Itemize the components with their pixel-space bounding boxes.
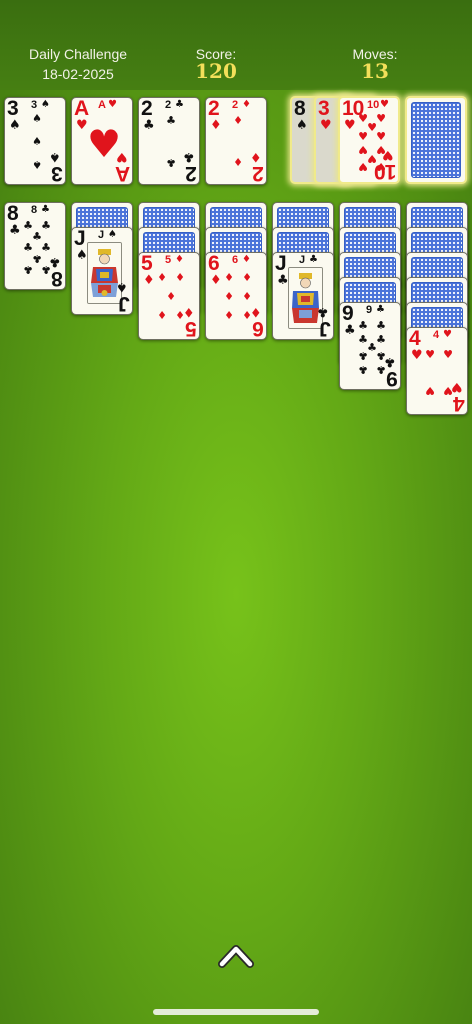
card-rank: 9 — [342, 302, 354, 325]
card-rank-bottom: 3 — [52, 162, 63, 185]
jack-portrait-icon — [288, 267, 323, 329]
club-icon: ♣ — [309, 254, 318, 265]
card-rank: 2 — [141, 97, 153, 120]
spade-icon: ♠ — [76, 248, 88, 263]
card-rank-bottom: 4 — [454, 392, 465, 415]
tableau-3-card-5-diamonds[interactable]: 5 ♦ 5 ♦ ♦ ♦ ♦ ♦ ♦ 5 ♦ — [138, 252, 200, 340]
card-rank-bottom: 2 — [253, 162, 264, 185]
home-indicator[interactable] — [153, 1009, 319, 1015]
card-rank-bottom: 6 — [253, 317, 264, 340]
diamond-icon: ♦ — [143, 273, 155, 288]
card-rank-small: J — [98, 229, 105, 241]
heart-icon: ♥ — [108, 99, 117, 110]
tableau-2-card-jack-spades[interactable]: J ♠ J ♠ J ♠ — [71, 227, 133, 315]
club-icon: ♣ — [384, 354, 396, 369]
diamond-icon: ♦ — [242, 99, 251, 110]
club-icon: ♣ — [277, 273, 289, 288]
card-rank: 4 — [409, 327, 421, 350]
foundation-spades[interactable]: 3 ♠ 3 ♠ ♠ ♠ ♠ 3 ♠ — [4, 97, 66, 185]
card-rank-small: 2 — [232, 99, 239, 111]
heart-icon: ♥ — [443, 329, 452, 340]
heart-icon: ♥ — [320, 118, 332, 133]
jack-portrait-icon — [87, 242, 122, 304]
spade-icon: ♠ — [9, 118, 21, 133]
tableau-7-card-4-hearts[interactable]: 4 ♥ 4 ♥ ♥ ♥ ♥ ♥ 4 ♥ — [406, 327, 468, 415]
heart-icon: ♥ — [76, 118, 88, 133]
daily-challenge-label: Daily Challenge — [28, 46, 128, 62]
moves-value: 13 — [361, 59, 389, 83]
card-back-icon — [411, 102, 461, 178]
card-rank: 2 — [208, 97, 220, 120]
club-icon: ♣ — [317, 304, 329, 319]
heart-icon: ♥ — [451, 379, 463, 394]
card-rank-bottom: 5 — [186, 317, 197, 340]
heart-icon: ♥ — [411, 348, 423, 363]
card-rank-bottom: 2 — [186, 162, 197, 185]
spade-icon: ♠ — [49, 149, 61, 164]
card-rank-small: 4 — [433, 329, 440, 341]
card-rank-bottom: 9 — [387, 367, 398, 390]
card-rank-small: J — [299, 254, 306, 266]
spade-icon: ♠ — [108, 229, 117, 240]
diamond-icon: ♦ — [183, 304, 195, 319]
club-icon: ♣ — [9, 223, 21, 238]
foundation-hearts[interactable]: A ♥ A ♥ ♥ A ♥ — [71, 97, 133, 185]
diamond-icon: ♦ — [250, 149, 262, 164]
heart-icon: ♥ — [116, 149, 128, 164]
card-rank: 3 — [318, 97, 330, 120]
diamond-icon: ♦ — [242, 254, 251, 265]
card-rank: J — [74, 227, 86, 250]
card-rank: 8 — [7, 202, 19, 225]
club-icon: ♣ — [183, 149, 195, 164]
card-rank-bottom: J — [119, 292, 130, 315]
card-rank-small: 2 — [165, 99, 172, 111]
tableau-1-card-8-clubs[interactable]: 8 ♣ 8 ♣ ♣ ♣ ♣ ♣ ♣ ♣ ♣ ♣ 8 ♣ — [4, 202, 66, 290]
heart-icon: ♥ — [380, 99, 389, 110]
tableau-4-card-6-diamonds[interactable]: 6 ♦ 6 ♦ ♦ ♦ ♦ ♦ ♦ ♦ 6 ♦ — [205, 252, 267, 340]
heart-icon: ♥ — [344, 118, 356, 133]
club-icon: ♣ — [49, 254, 61, 269]
diamond-icon: ♦ — [250, 304, 262, 319]
chevron-up-icon — [218, 945, 254, 968]
diamond-icon: ♦ — [175, 254, 184, 265]
card-rank-small: 8 — [31, 204, 38, 216]
foundation-diamonds[interactable]: 2 ♦ 2 ♦ ♦ ♦ 2 ♦ — [205, 97, 267, 185]
tableau-5-card-jack-clubs[interactable]: J ♣ J ♣ J ♣ — [272, 252, 334, 340]
card-rank: 5 — [141, 252, 153, 275]
score-value: 120 — [195, 59, 237, 83]
club-icon: ♣ — [376, 304, 385, 315]
card-rank: 8 — [294, 97, 306, 120]
tableau-6-card-9-clubs[interactable]: 9 ♣ 9 ♣ ♣ ♣ ♣ ♣ ♣ ♣ ♣ ♣ ♣ 9 ♣ — [339, 302, 401, 390]
card-rank-small: 6 — [232, 254, 239, 266]
card-rank-bottom: J — [320, 317, 331, 340]
club-icon: ♣ — [143, 118, 155, 133]
foundation-clubs[interactable]: 2 ♣ 2 ♣ ♣ ♣ 2 ♣ — [138, 97, 200, 185]
spade-icon: ♠ — [296, 118, 308, 133]
spade-icon: ♠ — [41, 99, 50, 110]
club-icon: ♣ — [41, 204, 50, 215]
diamond-icon: ♦ — [210, 273, 222, 288]
menu-toggle-button[interactable] — [218, 936, 254, 972]
card-rank-small: 5 — [165, 254, 172, 266]
card-rank-small: A — [98, 99, 106, 111]
card-rank-small: 9 — [366, 304, 373, 316]
card-rank: J — [275, 252, 287, 275]
heart-icon: ♥ — [382, 147, 394, 162]
card-rank-bottom: A — [115, 162, 130, 185]
club-icon: ♣ — [344, 323, 356, 338]
stock-pile[interactable] — [405, 96, 467, 184]
club-icon: ♣ — [175, 99, 184, 110]
card-rank: 6 — [208, 252, 220, 275]
card-rank-bottom: 10 — [374, 160, 396, 183]
spade-icon: ♠ — [116, 279, 128, 294]
card-rank-small: 3 — [31, 99, 38, 111]
challenge-date: 18-02-2025 — [42, 66, 114, 82]
waste-card-10-hearts[interactable]: 10 ♥ 10 ♥ ♥ ♥ ♥ ♥ ♥ ♥ ♥ ♥ ♥ ♥ 10 ♥ — [338, 96, 400, 184]
card-rank: 3 — [7, 97, 19, 120]
card-rank-small: 10 — [367, 99, 380, 111]
card-rank-bottom: 8 — [52, 267, 63, 290]
diamond-icon: ♦ — [210, 118, 222, 133]
